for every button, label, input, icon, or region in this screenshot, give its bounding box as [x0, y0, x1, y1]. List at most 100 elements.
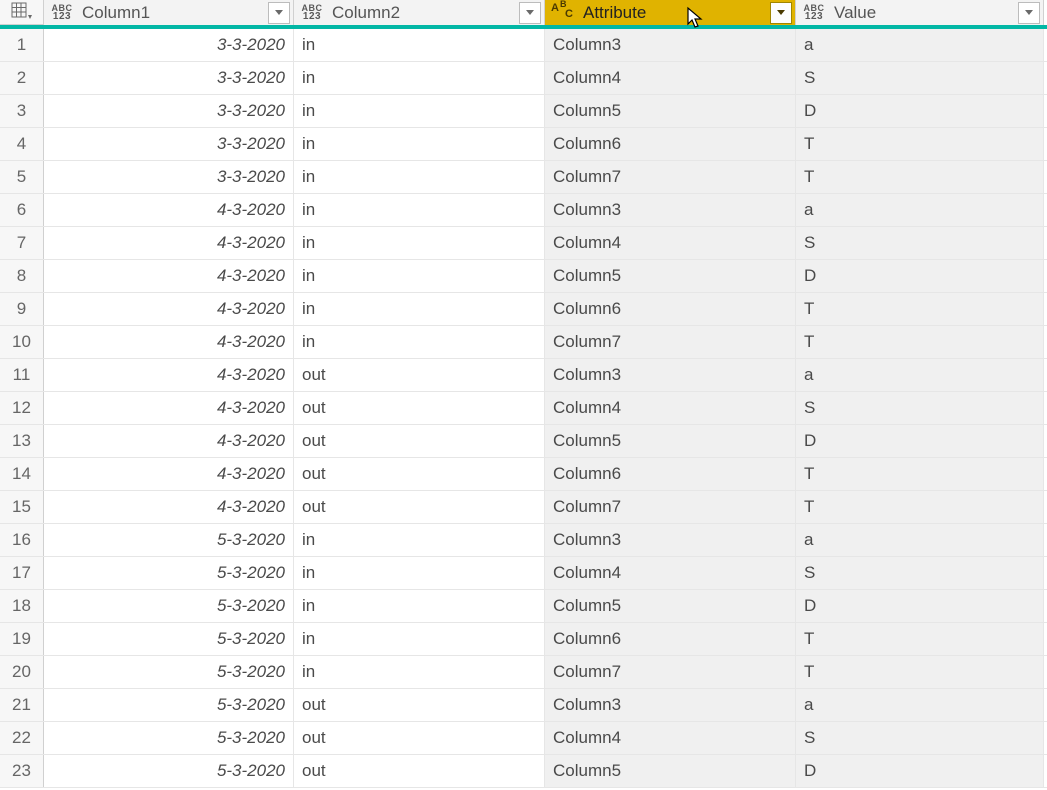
cell-attribute[interactable]: Column4 [545, 392, 796, 424]
cell-column2[interactable]: out [294, 755, 545, 787]
table-row[interactable]: 215-3-2020outColumn3a [0, 689, 1047, 722]
cell-column2[interactable]: in [294, 260, 545, 292]
cell-attribute[interactable]: Column7 [545, 656, 796, 688]
cell-value[interactable]: S [796, 392, 1044, 424]
table-row[interactable]: 53-3-2020inColumn7T [0, 161, 1047, 194]
cell-column1[interactable]: 3-3-2020 [44, 128, 294, 160]
row-number-cell[interactable]: 1 [0, 29, 44, 61]
cell-column1[interactable]: 4-3-2020 [44, 359, 294, 391]
cell-attribute[interactable]: Column7 [545, 161, 796, 193]
table-row[interactable]: 205-3-2020inColumn7T [0, 656, 1047, 689]
table-row[interactable]: 23-3-2020inColumn4S [0, 62, 1047, 95]
cell-value[interactable]: T [796, 293, 1044, 325]
cell-column1[interactable]: 5-3-2020 [44, 656, 294, 688]
row-number-cell[interactable]: 16 [0, 524, 44, 556]
cell-attribute[interactable]: Column4 [545, 722, 796, 754]
cell-value[interactable]: D [796, 425, 1044, 457]
cell-column1[interactable]: 5-3-2020 [44, 590, 294, 622]
cell-value[interactable]: a [796, 524, 1044, 556]
row-number-cell[interactable]: 7 [0, 227, 44, 259]
cell-value[interactable]: S [796, 227, 1044, 259]
row-number-cell[interactable]: 3 [0, 95, 44, 127]
row-number-cell[interactable]: 14 [0, 458, 44, 490]
cell-column2[interactable]: out [294, 359, 545, 391]
cell-value[interactable]: S [796, 722, 1044, 754]
cell-column2[interactable]: in [294, 557, 545, 589]
cell-value[interactable]: a [796, 359, 1044, 391]
row-number-cell[interactable]: 12 [0, 392, 44, 424]
cell-attribute[interactable]: Column5 [545, 260, 796, 292]
cell-column2[interactable]: out [294, 689, 545, 721]
table-row[interactable]: 185-3-2020inColumn5D [0, 590, 1047, 623]
cell-attribute[interactable]: Column6 [545, 128, 796, 160]
cell-attribute[interactable]: Column3 [545, 524, 796, 556]
table-row[interactable]: 64-3-2020inColumn3a [0, 194, 1047, 227]
cell-column1[interactable]: 5-3-2020 [44, 755, 294, 787]
cell-column2[interactable]: out [294, 722, 545, 754]
column-filter-button[interactable] [268, 2, 290, 24]
column-header-attribute[interactable]: A B C Attribute [545, 0, 796, 25]
cell-column1[interactable]: 4-3-2020 [44, 326, 294, 358]
cell-attribute[interactable]: Column5 [545, 425, 796, 457]
cell-value[interactable]: T [796, 326, 1044, 358]
cell-column2[interactable]: in [294, 623, 545, 655]
cell-value[interactable]: D [796, 260, 1044, 292]
row-number-cell[interactable]: 5 [0, 161, 44, 193]
cell-column2[interactable]: in [294, 128, 545, 160]
table-row[interactable]: 33-3-2020inColumn5D [0, 95, 1047, 128]
cell-column2[interactable]: out [294, 392, 545, 424]
column-filter-button[interactable] [1018, 2, 1040, 24]
column-filter-button[interactable] [770, 2, 792, 24]
row-number-cell[interactable]: 6 [0, 194, 44, 226]
cell-column2[interactable]: in [294, 95, 545, 127]
cell-value[interactable]: D [796, 755, 1044, 787]
cell-column2[interactable]: out [294, 491, 545, 523]
cell-column1[interactable]: 4-3-2020 [44, 425, 294, 457]
row-number-cell[interactable]: 2 [0, 62, 44, 94]
row-number-cell[interactable]: 8 [0, 260, 44, 292]
cell-column1[interactable]: 5-3-2020 [44, 524, 294, 556]
row-number-cell[interactable]: 18 [0, 590, 44, 622]
table-row[interactable]: 235-3-2020outColumn5D [0, 755, 1047, 788]
cell-column1[interactable]: 3-3-2020 [44, 62, 294, 94]
cell-column2[interactable]: in [294, 62, 545, 94]
row-number-cell[interactable]: 4 [0, 128, 44, 160]
row-number-cell[interactable]: 20 [0, 656, 44, 688]
row-number-cell[interactable]: 11 [0, 359, 44, 391]
column-header-column2[interactable]: ABC 123 Column2 [294, 0, 545, 25]
table-row[interactable]: 165-3-2020inColumn3a [0, 524, 1047, 557]
table-row[interactable]: 94-3-2020inColumn6T [0, 293, 1047, 326]
row-number-cell[interactable]: 10 [0, 326, 44, 358]
cell-attribute[interactable]: Column3 [545, 359, 796, 391]
table-row[interactable]: 74-3-2020inColumn4S [0, 227, 1047, 260]
cell-attribute[interactable]: Column3 [545, 689, 796, 721]
cell-column1[interactable]: 4-3-2020 [44, 260, 294, 292]
column-header-column1[interactable]: ABC 123 Column1 [44, 0, 294, 25]
table-row[interactable]: 195-3-2020inColumn6T [0, 623, 1047, 656]
cell-column2[interactable]: in [294, 161, 545, 193]
cell-column1[interactable]: 3-3-2020 [44, 95, 294, 127]
cell-column1[interactable]: 3-3-2020 [44, 29, 294, 61]
cell-attribute[interactable]: Column6 [545, 293, 796, 325]
row-number-cell[interactable]: 17 [0, 557, 44, 589]
cell-column1[interactable]: 4-3-2020 [44, 458, 294, 490]
table-row[interactable]: 114-3-2020outColumn3a [0, 359, 1047, 392]
cell-value[interactable]: D [796, 590, 1044, 622]
cell-value[interactable]: T [796, 458, 1044, 490]
cell-value[interactable]: a [796, 689, 1044, 721]
row-number-cell[interactable]: 21 [0, 689, 44, 721]
table-row[interactable]: 13-3-2020inColumn3a [0, 29, 1047, 62]
cell-value[interactable]: T [796, 128, 1044, 160]
cell-attribute[interactable]: Column7 [545, 491, 796, 523]
cell-value[interactable]: T [796, 656, 1044, 688]
cell-value[interactable]: D [796, 95, 1044, 127]
cell-attribute[interactable]: Column6 [545, 458, 796, 490]
cell-value[interactable]: T [796, 491, 1044, 523]
cell-value[interactable]: S [796, 557, 1044, 589]
cell-attribute[interactable]: Column5 [545, 590, 796, 622]
column-header-value[interactable]: ABC 123 Value [796, 0, 1044, 25]
cell-column2[interactable]: out [294, 425, 545, 457]
cell-column2[interactable]: in [294, 293, 545, 325]
cell-column1[interactable]: 5-3-2020 [44, 623, 294, 655]
cell-column2[interactable]: in [294, 227, 545, 259]
